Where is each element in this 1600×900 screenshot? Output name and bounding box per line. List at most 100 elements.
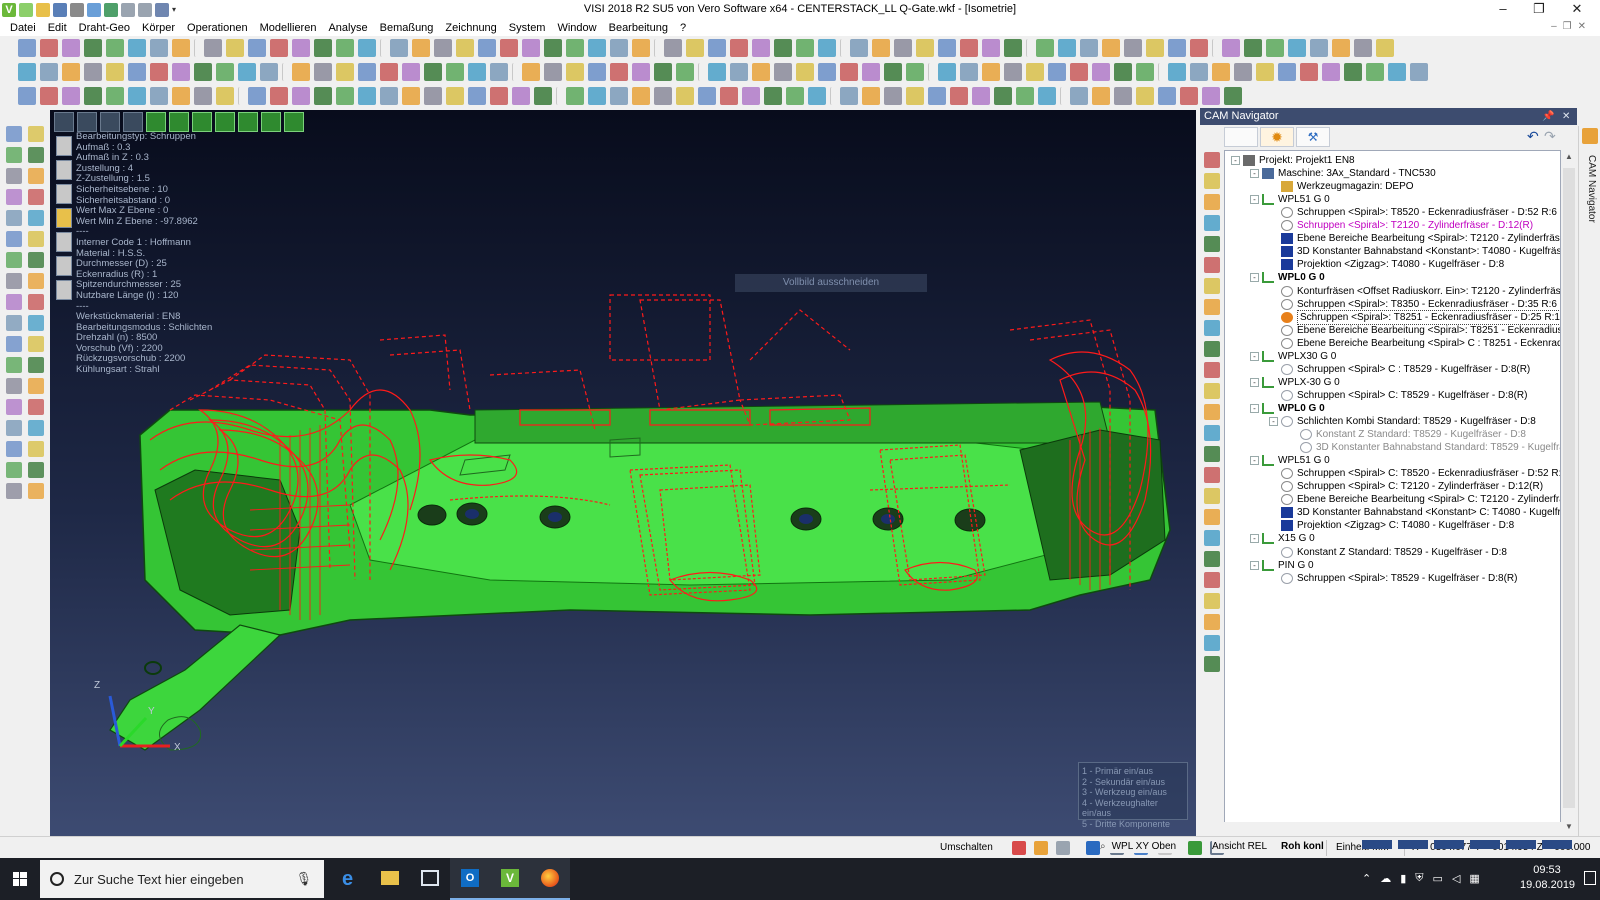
cube-icon[interactable] <box>155 3 169 17</box>
swatch-5[interactable] <box>1506 840 1536 849</box>
left-tool-button[interactable] <box>28 441 44 457</box>
cam-side-tool-button[interactable] <box>1204 320 1220 336</box>
cam-side-tool-button[interactable] <box>1204 614 1220 630</box>
toolbar-button[interactable] <box>84 87 102 105</box>
cam-side-tool-button[interactable] <box>1204 278 1220 294</box>
notifications-icon[interactable] <box>1584 871 1596 885</box>
toolbar-button[interactable] <box>774 39 792 57</box>
toolbar-button[interactable] <box>884 63 902 81</box>
tool-slot-5[interactable] <box>56 232 72 252</box>
layers-icon[interactable] <box>87 3 101 17</box>
tree-node[interactable]: Projektion <Zigzag>: T4080 - Kugelfräser… <box>1269 258 1504 271</box>
view-iso-4-button[interactable] <box>261 112 281 132</box>
toolbar-button[interactable] <box>194 63 212 81</box>
left-tool-button[interactable] <box>6 231 22 247</box>
left-tool-button[interactable] <box>28 189 44 205</box>
left-tool-button[interactable] <box>28 252 44 268</box>
view-iso-5-button[interactable] <box>284 112 304 132</box>
toolbar-button[interactable] <box>1168 63 1186 81</box>
toolbar-button[interactable] <box>402 87 420 105</box>
taskbar-firefox[interactable] <box>530 858 570 900</box>
tree-node[interactable]: - Maschine: 3Ax_Standard - TNC530 <box>1250 167 1436 180</box>
toolbar-button[interactable] <box>654 87 672 105</box>
toolbar-button[interactable] <box>982 63 1000 81</box>
tree-node[interactable]: - Projekt: Projekt1 EN8 <box>1231 154 1355 167</box>
toolbar-button[interactable] <box>18 39 36 57</box>
menu-operationen[interactable]: Operationen <box>181 20 254 36</box>
view-iso-1-button[interactable] <box>192 112 212 132</box>
toolbar-button[interactable] <box>1114 87 1132 105</box>
toolbar-button[interactable] <box>478 39 496 57</box>
status-icon-1[interactable] <box>1012 841 1026 855</box>
toolbar-button[interactable] <box>1278 63 1296 81</box>
tree-node[interactable]: Schruppen <Spiral>: T8251 - Eckenradiusf… <box>1269 309 1560 325</box>
toolbar-button[interactable] <box>40 39 58 57</box>
security-icon[interactable]: ⛨ <box>1415 872 1423 885</box>
maximize-button[interactable]: ❐ <box>1522 0 1556 20</box>
menu-draht-geo[interactable]: Draht-Geo <box>73 20 136 36</box>
toolbar-button[interactable] <box>764 87 782 105</box>
toolbar-button[interactable] <box>982 39 1000 57</box>
toolbar-button[interactable] <box>534 87 552 105</box>
toolbar-button[interactable] <box>1070 63 1088 81</box>
toolbar-button[interactable] <box>204 39 222 57</box>
toolbar-button[interactable] <box>610 39 628 57</box>
toolbar-button[interactable] <box>1180 87 1198 105</box>
toolbar-button[interactable] <box>292 63 310 81</box>
toolbar-button[interactable] <box>1092 63 1110 81</box>
toolbar-button[interactable] <box>128 39 146 57</box>
toolbar-button[interactable] <box>412 39 430 57</box>
toolbar-button[interactable] <box>456 39 474 57</box>
toolbar-button[interactable] <box>676 87 694 105</box>
undo-icon[interactable]: ↶ <box>1527 128 1539 145</box>
left-tool-button[interactable] <box>28 357 44 373</box>
cam-side-tool-button[interactable] <box>1204 488 1220 504</box>
left-tool-button[interactable] <box>6 252 22 268</box>
left-tool-button[interactable] <box>6 294 22 310</box>
left-tool-button[interactable] <box>6 189 22 205</box>
left-tool-button[interactable] <box>28 336 44 352</box>
toolbar-button[interactable] <box>314 87 332 105</box>
toolbar-button[interactable] <box>884 87 902 105</box>
scroll-down-icon[interactable]: ▼ <box>1565 822 1573 831</box>
cam-side-tool-button[interactable] <box>1204 215 1220 231</box>
cam-side-tool-button[interactable] <box>1204 236 1220 252</box>
toolbar-button[interactable] <box>226 39 244 57</box>
tree-node[interactable]: Konstant Z Standard: T8529 - Kugelfräser… <box>1288 428 1526 441</box>
swatch-2[interactable] <box>1398 840 1428 849</box>
left-tool-button[interactable] <box>28 126 44 142</box>
toolbar-button[interactable] <box>1136 63 1154 81</box>
toolbar-button[interactable] <box>128 63 146 81</box>
toolbar-button[interactable] <box>62 39 80 57</box>
toolbar-button[interactable] <box>588 63 606 81</box>
tree-node[interactable]: - WPL0 G 0 <box>1250 271 1325 284</box>
cam-side-tool-button[interactable] <box>1204 635 1220 651</box>
status-icon-3[interactable] <box>1056 841 1070 855</box>
menu-koerper[interactable]: Körper <box>136 20 181 36</box>
cam-side-tool-button[interactable] <box>1204 173 1220 189</box>
toolbar-button[interactable] <box>1038 87 1056 105</box>
tree-node[interactable]: - WPL51 G 0 <box>1250 193 1330 206</box>
tree-node[interactable]: - WPL51 G 0 <box>1250 454 1330 467</box>
toolbar-button[interactable] <box>566 63 584 81</box>
shaded-view-button[interactable] <box>146 112 166 132</box>
toolbar-button[interactable] <box>468 63 486 81</box>
dropdown-icon[interactable]: ▾ <box>172 3 186 17</box>
toolbar-button[interactable] <box>18 87 36 105</box>
toolbar-button[interactable] <box>840 63 858 81</box>
tool-slot-1[interactable] <box>56 136 72 156</box>
left-tool-button[interactable] <box>6 126 22 142</box>
network-icon[interactable]: ▭ <box>1433 872 1443 885</box>
toolbar-button[interactable] <box>1102 39 1120 57</box>
toolbar-button[interactable] <box>1266 39 1284 57</box>
scroll-up-icon[interactable]: ▲ <box>1565 152 1573 161</box>
visi-app-icon[interactable]: V <box>2 3 16 17</box>
redo-icon[interactable] <box>138 3 152 17</box>
taskbar-visi[interactable]: V <box>490 858 530 900</box>
toolbar-button[interactable] <box>720 87 738 105</box>
toolbar-button[interactable] <box>128 87 146 105</box>
toolbar-button[interactable] <box>446 87 464 105</box>
toolbar-button[interactable] <box>1026 63 1044 81</box>
toolbar-button[interactable] <box>106 39 124 57</box>
toolbar-button[interactable] <box>708 63 726 81</box>
